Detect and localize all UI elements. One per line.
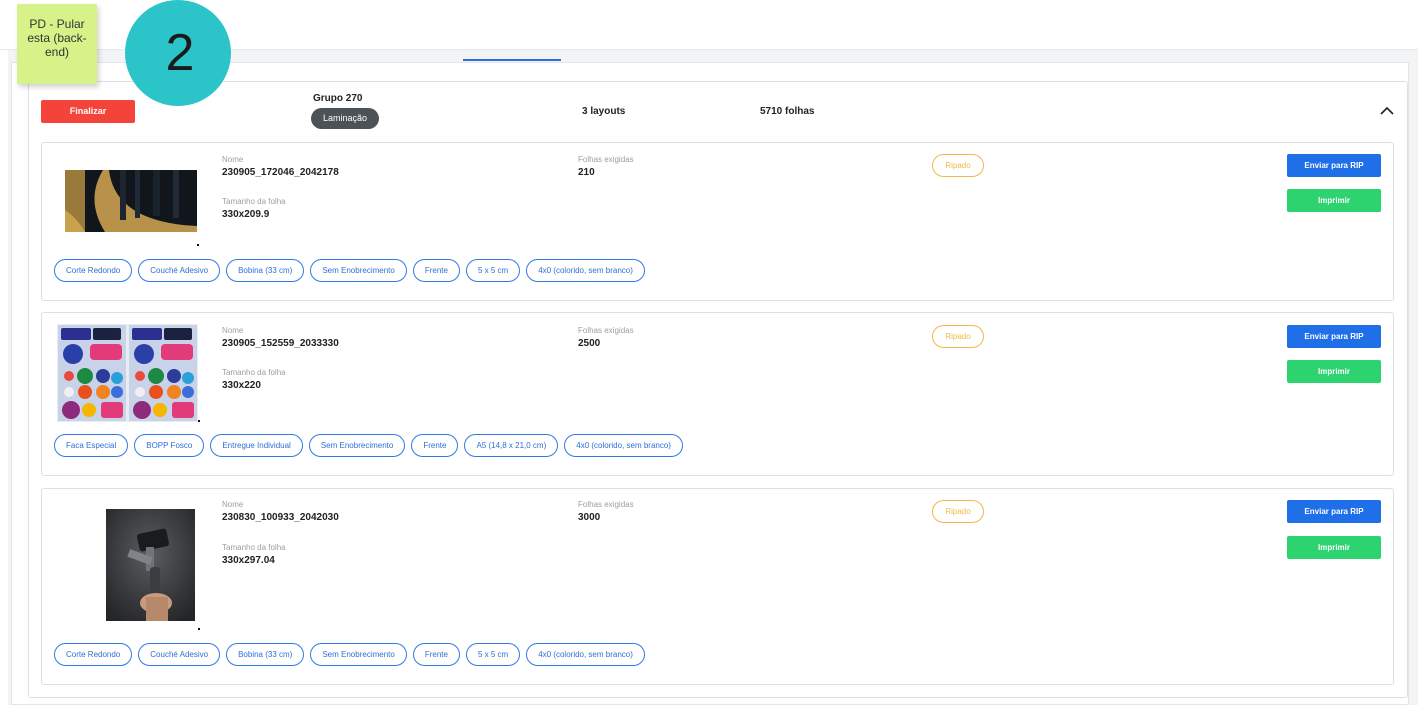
tag: 5 x 5 cm (465, 643, 521, 666)
status-badge: Ripado (932, 500, 984, 523)
layout-name: 230905_152559_2033330 (222, 338, 339, 349)
image-dot (198, 628, 200, 630)
finalize-button[interactable]: Finalizar (41, 100, 135, 123)
tag: Frente (412, 643, 460, 666)
tag: Bobina (33 cm) (226, 643, 305, 666)
send-to-rip-button[interactable]: Enviar para RIP (1287, 325, 1381, 348)
print-button[interactable]: Imprimir (1287, 189, 1381, 212)
tag-list: Corte Redondo Couché Adesivo Bobina (33 … (54, 259, 645, 282)
sheets-required-value: 3000 (578, 512, 601, 523)
tag: Bobina (33 cm) (226, 259, 305, 282)
tag: 4x0 (colorido, sem branco) (526, 643, 645, 666)
print-button[interactable]: Imprimir (1287, 536, 1381, 559)
sheet-size-value: 330x220 (222, 380, 261, 391)
tag: Corte Redondo (54, 643, 133, 666)
image-dot (197, 244, 199, 246)
sheets-required-value: 2500 (578, 338, 601, 349)
tag: Couché Adesivo (138, 259, 221, 282)
sticker-sheet-image (57, 324, 198, 422)
tag: Sem Enobrecimento (310, 259, 407, 282)
sticky-note-annotation: PD - Pular esta (back-end) (17, 4, 97, 84)
sheet-size-label: Tamanho da folha (222, 543, 286, 552)
status-badge: Ripado (932, 325, 984, 348)
sheets-count: 5710 folhas (760, 106, 815, 117)
sheet-size-label: Tamanho da folha (222, 368, 286, 377)
layout-name: 230905_172046_2042178 (222, 167, 339, 178)
tag: Corte Redondo (54, 259, 133, 282)
tag: Sem Enobrecimento (308, 434, 406, 457)
tag: Frente (411, 434, 459, 457)
tag: Sem Enobrecimento (310, 643, 407, 666)
gimbal-photo-image (106, 509, 195, 621)
dark-gold-label-image (65, 170, 197, 232)
tag: Couché Adesivo (138, 643, 221, 666)
sheets-required-label: Folhas exigidas (578, 500, 634, 509)
tag: 5 x 5 cm (465, 259, 521, 282)
tag: Entregue Individual (210, 434, 303, 457)
sheet-size-value: 330x209.9 (222, 209, 270, 220)
active-tab-indicator (463, 59, 561, 61)
tag: Frente (412, 259, 460, 282)
status-badge: Ripado (932, 154, 984, 177)
send-to-rip-button[interactable]: Enviar para RIP (1287, 154, 1381, 177)
chevron-up-icon[interactable] (1378, 102, 1396, 120)
tag: Faca Especial (54, 434, 129, 457)
name-label: Nome (222, 500, 244, 509)
tag: 4x0 (colorido, sem branco) (526, 259, 645, 282)
tag: BOPP Fosco (134, 434, 205, 457)
tag-list: Faca Especial BOPP Fosco Entregue Indivi… (54, 434, 683, 457)
tag: A5 (14,8 x 21,0 cm) (464, 434, 559, 457)
process-badge: Laminação (311, 108, 379, 129)
layout-name: 230830_100933_2042030 (222, 512, 339, 523)
group-title: Grupo 270 (313, 93, 363, 104)
sheet-size-value: 330x297.04 (222, 555, 275, 566)
sheet-size-label: Tamanho da folha (222, 197, 286, 206)
step-number-badge: 2 (125, 0, 231, 106)
name-label: Nome (222, 326, 244, 335)
sheets-required-value: 210 (578, 167, 595, 178)
send-to-rip-button[interactable]: Enviar para RIP (1287, 500, 1381, 523)
print-button[interactable]: Imprimir (1287, 360, 1381, 383)
sheets-required-label: Folhas exigidas (578, 155, 634, 164)
image-dot (198, 420, 200, 422)
tag-list: Corte Redondo Couché Adesivo Bobina (33 … (54, 643, 645, 666)
tag: 4x0 (colorido, sem branco) (564, 434, 683, 457)
sheets-required-label: Folhas exigidas (578, 326, 634, 335)
layouts-count: 3 layouts (582, 106, 626, 117)
name-label: Nome (222, 155, 244, 164)
